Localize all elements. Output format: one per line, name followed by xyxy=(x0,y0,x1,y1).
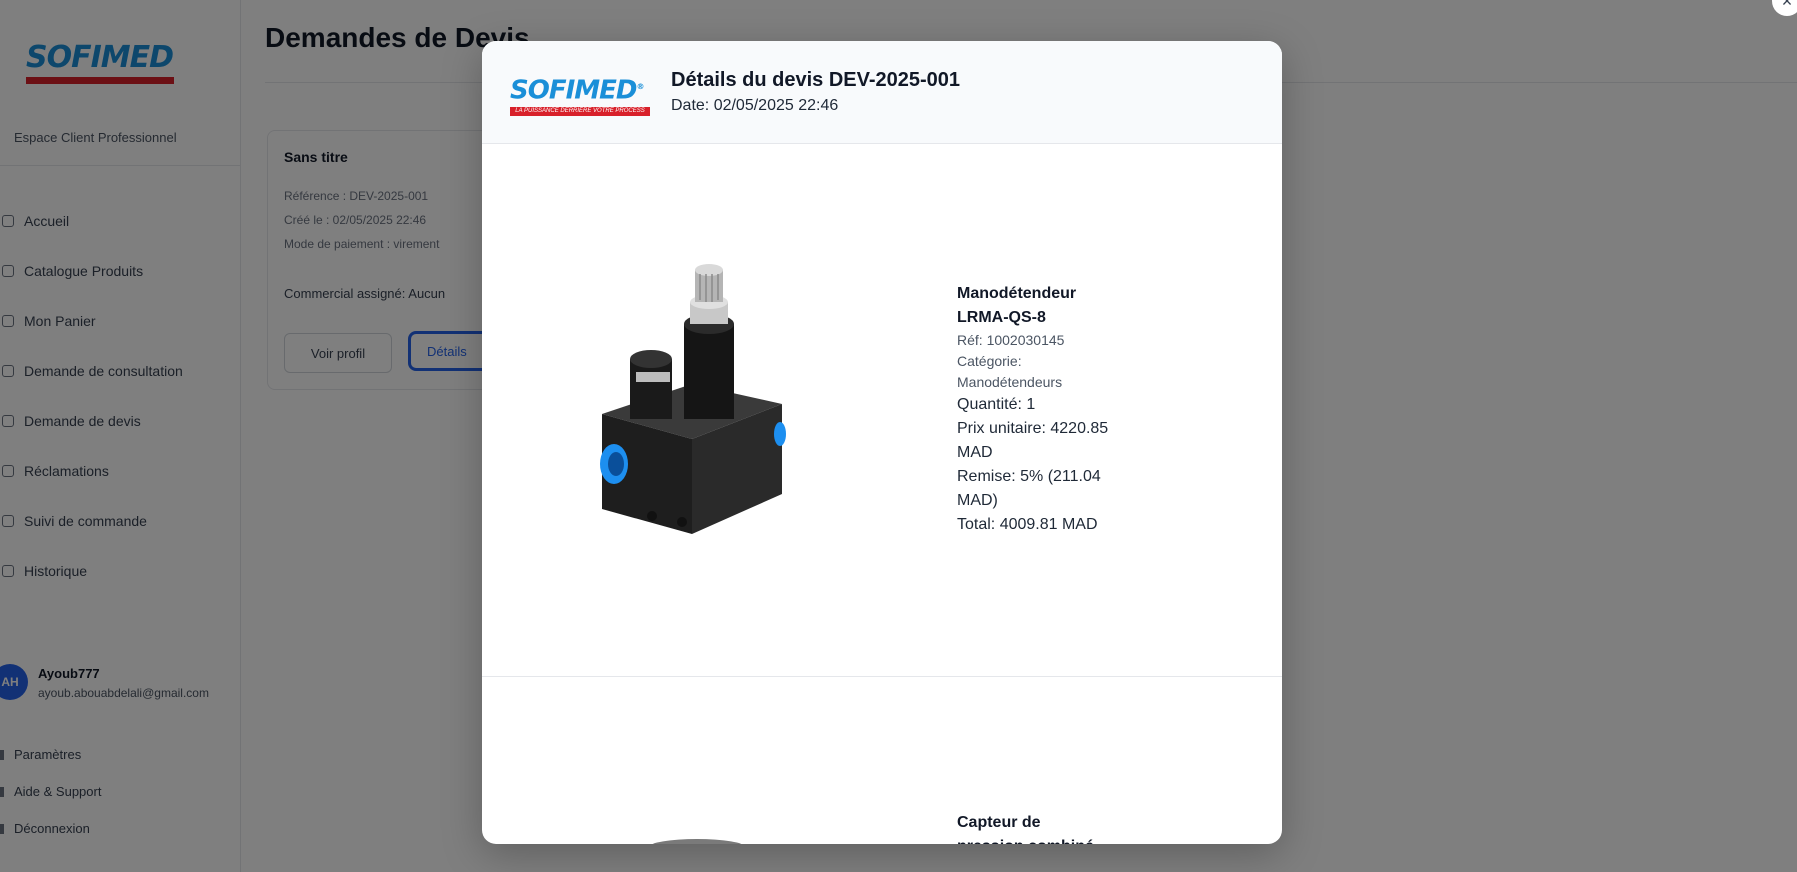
logo-registered-mark: ® xyxy=(636,82,644,91)
product-unit-price: Prix unitaire: 4220.85 xyxy=(957,420,1109,437)
sofimed-logo: SOFIMED® LA PUISSANCE DERRIÈRE VOTRE PRO… xyxy=(510,73,655,116)
product-reference: Réf: 1002030145 xyxy=(957,332,1065,348)
product-image xyxy=(652,839,742,844)
product-category: Manodétendeurs xyxy=(957,374,1063,390)
product-category-label: Catégorie: xyxy=(957,353,1022,369)
product-total: Total: 4009.81 MAD xyxy=(957,516,1098,533)
product-image xyxy=(600,264,786,534)
product-quantity: Quantité: 1 xyxy=(957,396,1036,413)
modal-title: Détails du devis DEV-2025-001 xyxy=(671,69,961,91)
product-info: Manodétendeur LRMA-QS-8 Réf: 1002030145 … xyxy=(957,282,1127,537)
product-discount: Remise: 5% (211.04 xyxy=(957,468,1101,485)
logo-tagline: LA PUISSANCE DERRIÈRE VOTRE PROCESS xyxy=(510,106,650,116)
modal-header: SOFIMED® LA PUISSANCE DERRIÈRE VOTRE PRO… xyxy=(482,41,1282,144)
quote-item: Capteur de pression combiné xyxy=(482,677,1282,844)
product-info: Capteur de pression combiné xyxy=(957,811,1127,844)
product-unit-price-currency: MAD xyxy=(957,444,993,461)
product-name-line2: pression combiné xyxy=(957,835,1127,844)
modal-date: Date: 02/05/2025 22:46 xyxy=(671,97,839,114)
product-name-line1: Manodétendeur xyxy=(957,285,1077,302)
quote-details-modal: SOFIMED® LA PUISSANCE DERRIÈRE VOTRE PRO… xyxy=(482,41,1282,844)
logo-wordmark: SOFIMED xyxy=(510,75,637,106)
product-name-line2: LRMA-QS-8 xyxy=(957,309,1046,326)
product-discount-amount: MAD) xyxy=(957,492,998,509)
product-name-line1: Capteur de xyxy=(957,814,1041,831)
quote-item: Manodétendeur LRMA-QS-8 Réf: 1002030145 … xyxy=(482,144,1282,677)
